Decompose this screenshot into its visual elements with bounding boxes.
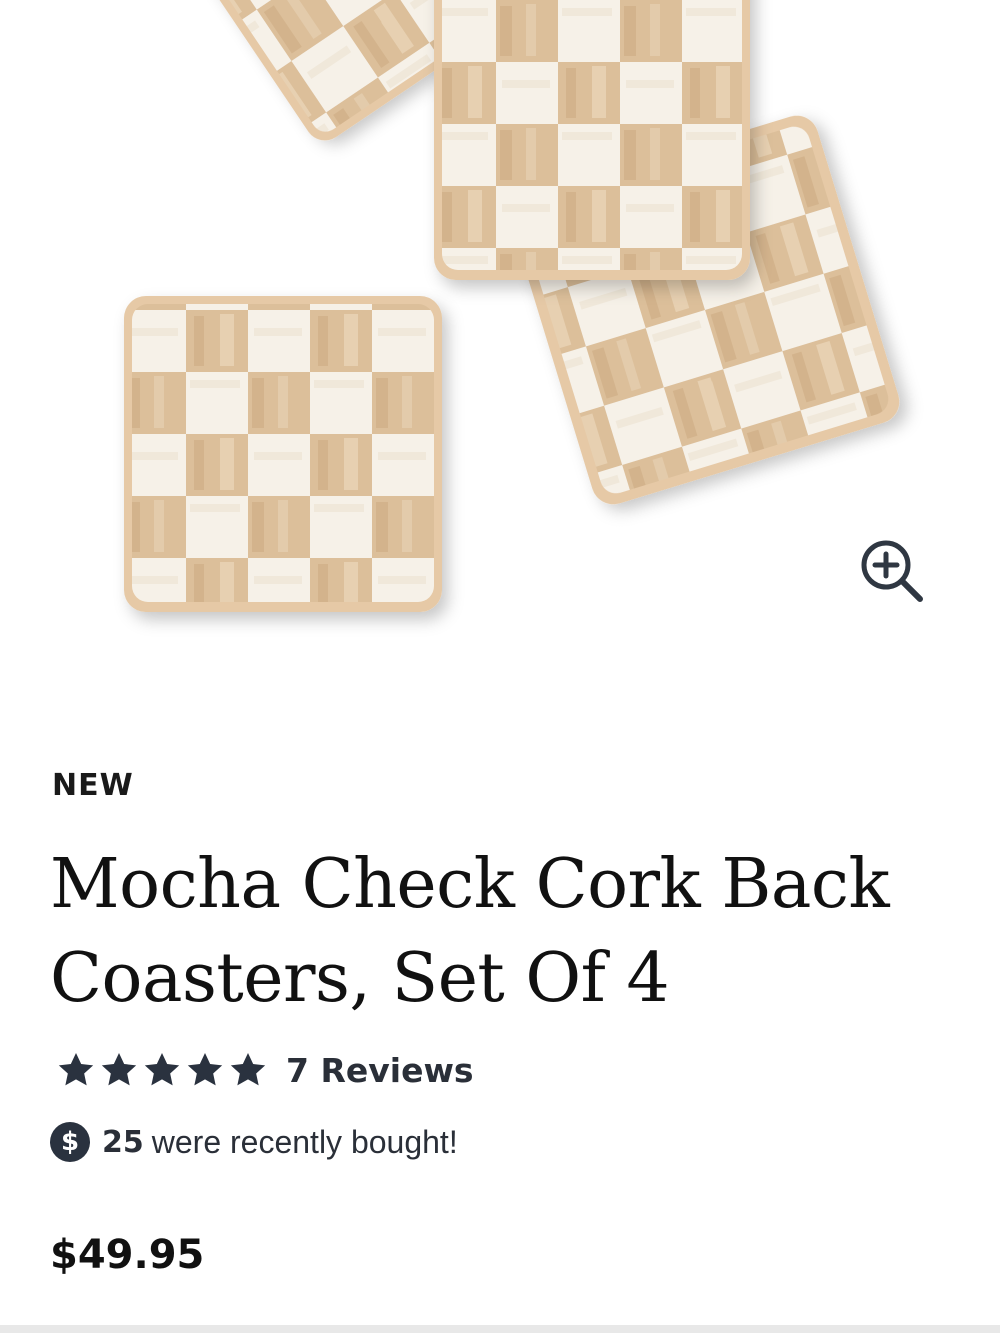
reviews-link[interactable]: 7 Reviews (286, 1051, 474, 1090)
divider (0, 1325, 1000, 1333)
coaster-left (124, 296, 442, 612)
coaster-top-center (434, 0, 750, 280)
zoom-button[interactable] (856, 535, 936, 615)
star-icon (58, 1053, 94, 1086)
star-icon (230, 1053, 266, 1086)
bought-count: 25 (102, 1124, 144, 1160)
product-title: Mocha Check Cork Back Coasters, Set Of 4 (50, 845, 890, 1018)
recently-bought-notice: $ 25 were recently bought! (50, 1120, 458, 1164)
star-icon (187, 1053, 223, 1086)
product-image[interactable] (0, 0, 1000, 660)
rating-summary[interactable]: 7 Reviews (56, 1048, 474, 1092)
star-icon (144, 1053, 180, 1086)
coasters-image (124, 0, 900, 612)
product-price: $49.95 (50, 1232, 205, 1278)
bought-text: were recently bought! (151, 1123, 458, 1160)
star-icon (101, 1053, 137, 1086)
dollar-icon: $ (50, 1122, 90, 1162)
zoom-in-icon (861, 540, 923, 602)
star-rating (56, 1050, 268, 1090)
new-badge: NEW (52, 768, 134, 803)
